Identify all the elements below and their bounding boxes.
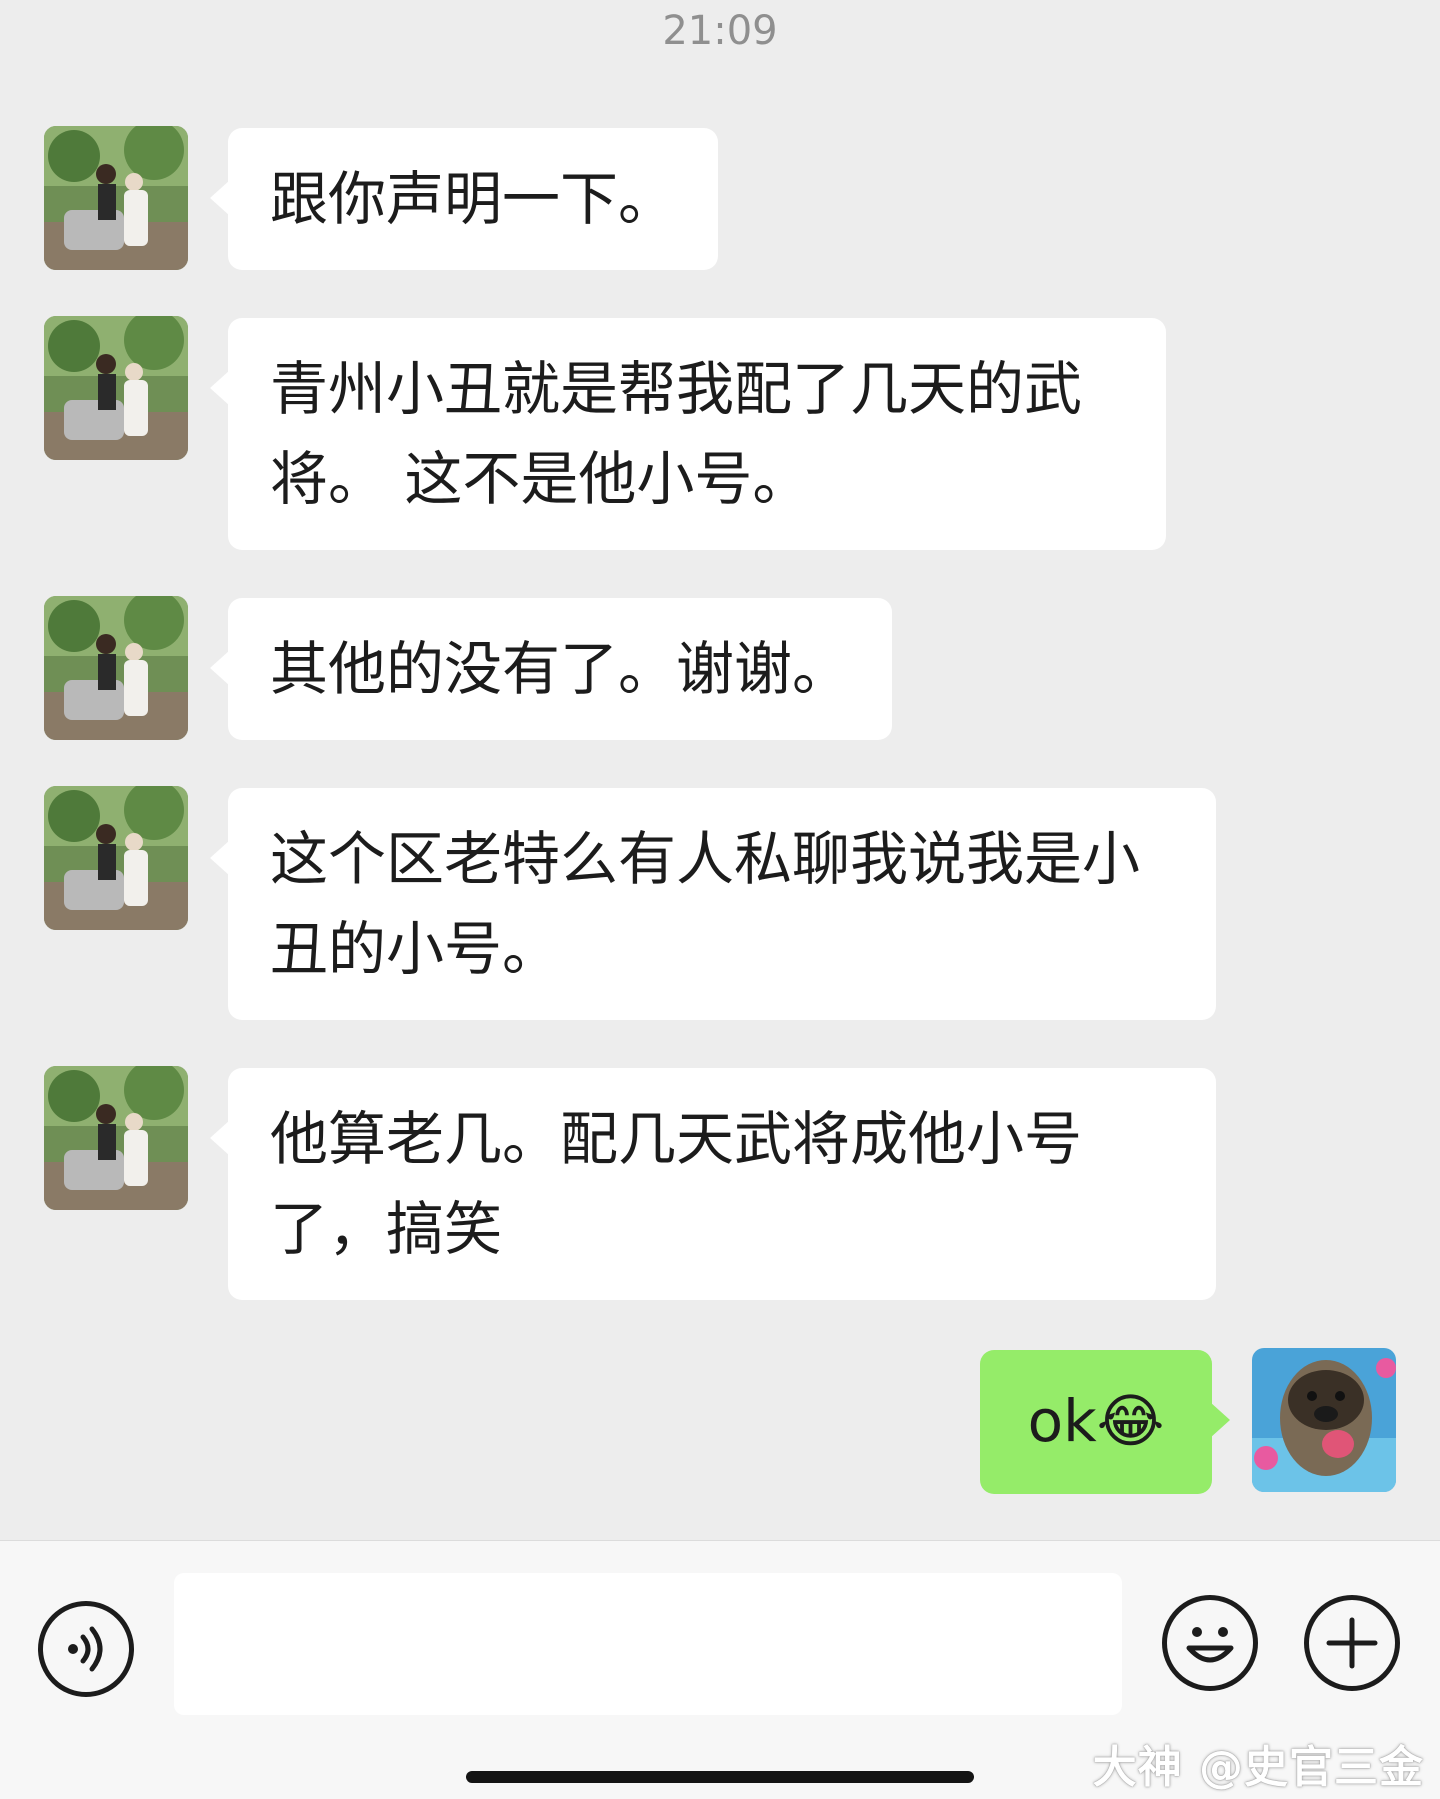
emoji-icon bbox=[1186, 1627, 1234, 1663]
contact-avatar[interactable] bbox=[44, 126, 188, 270]
message-text: 青州小丑就是帮我配了几天的武将。 这不是他小号。 bbox=[270, 355, 1083, 513]
chat-area[interactable]: 21:09 跟你声明一下。 青州小丑就是帮我配了几天的武将。 这不是他小号。 其… bbox=[0, 0, 1440, 1540]
contact-avatar[interactable] bbox=[44, 1066, 188, 1210]
message-bubble[interactable]: 青州小丑就是帮我配了几天的武将。 这不是他小号。 bbox=[210, 318, 1166, 550]
voice-icon bbox=[68, 1626, 103, 1672]
message-text: 他算老几。配几天武将成他小号了，搞笑 bbox=[270, 1105, 1083, 1263]
message-input[interactable] bbox=[174, 1573, 1122, 1715]
contact-avatar[interactable] bbox=[44, 786, 188, 930]
message-bubble[interactable]: 其他的没有了。谢谢。 bbox=[209, 598, 893, 740]
input-bar: 大神 @史官三金 bbox=[0, 1540, 1440, 1799]
message-text: ok😂 bbox=[1027, 1387, 1165, 1455]
voice-button[interactable] bbox=[38, 1601, 134, 1697]
message-text: 跟你声明一下。 bbox=[270, 165, 677, 233]
message-bubble[interactable]: 这个区老特么有人私聊我说我是小丑的小号。 bbox=[210, 788, 1216, 1020]
message-text: 这个区老特么有人私聊我说我是小丑的小号。 bbox=[270, 825, 1141, 983]
contact-avatar[interactable] bbox=[44, 596, 188, 740]
plus-icon bbox=[1326, 1617, 1378, 1669]
self-message-bubble[interactable]: ok😂 bbox=[980, 1350, 1230, 1494]
more-button[interactable] bbox=[1304, 1595, 1400, 1691]
message-timestamp: 21:09 bbox=[662, 8, 778, 54]
contact-avatar[interactable] bbox=[44, 316, 188, 460]
home-indicator[interactable] bbox=[466, 1771, 974, 1783]
message-bubble[interactable]: 他算老几。配几天武将成他小号了，搞笑 bbox=[210, 1068, 1216, 1300]
self-avatar[interactable] bbox=[1252, 1348, 1396, 1492]
watermark: 大神 @史官三金 bbox=[1092, 1742, 1424, 1793]
message-text: 其他的没有了。谢谢。 bbox=[270, 635, 851, 703]
emoji-button[interactable] bbox=[1162, 1595, 1258, 1691]
message-bubble[interactable]: 跟你声明一下。 bbox=[209, 128, 719, 270]
